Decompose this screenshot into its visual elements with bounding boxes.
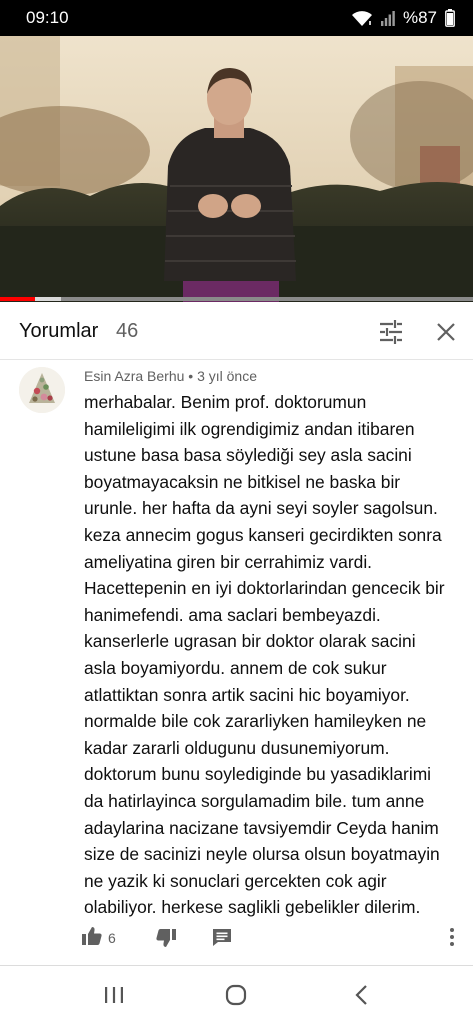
wifi-icon bbox=[351, 10, 373, 27]
comment-line: asla boyamiyordu. annem de cok sukur bbox=[84, 657, 387, 678]
battery-icon bbox=[445, 9, 455, 27]
comment-line: urunle. her hafta da ayni seyi soyler sa… bbox=[84, 498, 438, 519]
comment-line: merhabalar. Benim prof. doktorumun bbox=[84, 392, 367, 412]
video-buffer-bar bbox=[35, 297, 62, 301]
status-icons: %87 bbox=[351, 8, 455, 28]
comments-count: 46 bbox=[116, 320, 139, 342]
status-bar: 09:10 %87 bbox=[0, 0, 473, 36]
comment-line: doktorum bunu soylediginde bu yasadiklar… bbox=[84, 764, 432, 785]
avatar[interactable] bbox=[19, 367, 65, 413]
comment-line: hamileligimi ilk ogrendigimiz andan itib… bbox=[84, 418, 415, 439]
comment-line: atlattiktan sonra artik sacini hic boyam… bbox=[84, 684, 410, 705]
thumbs-up-icon[interactable] bbox=[82, 926, 102, 946]
battery-level: %87 bbox=[402, 8, 437, 27]
comments-header: Yorumlar 46 bbox=[0, 302, 473, 360]
comment-line: hanimefendi. ama saclari bembeyazdi. bbox=[84, 604, 381, 625]
comment-text: merhabalar. Benim prof. doktorumun hamile… bbox=[84, 389, 464, 921]
comment-line: ameliyatina giren bir cerrahimiz vardi. bbox=[84, 551, 373, 572]
close-icon[interactable] bbox=[434, 320, 458, 344]
comment-line: normalde bile cok zararliyken hamileyken… bbox=[84, 711, 427, 732]
comments-title: Yorumlar bbox=[19, 320, 99, 342]
comment-line: olabiliyor. herkese saglikli gebelikler … bbox=[84, 897, 421, 918]
video-progress-fill bbox=[0, 297, 36, 301]
reply-icon[interactable] bbox=[212, 928, 232, 948]
comment-meta: Esin Azra Berhu • 3 yıl önce bbox=[84, 368, 257, 384]
recents-icon[interactable] bbox=[104, 985, 124, 1005]
system-nav-bar bbox=[0, 966, 473, 1024]
comment-line: kanserlerle ugrasan bir doktor olarak sa… bbox=[84, 631, 416, 652]
signal-icon bbox=[380, 10, 395, 26]
comment-author[interactable]: Esin Azra Berhu bbox=[84, 368, 184, 384]
comment-meta-separator: • bbox=[188, 368, 194, 384]
thumbs-down-icon[interactable] bbox=[156, 928, 176, 948]
comment-line: Hacettepenin en iyi doktorlarindan gence… bbox=[84, 578, 445, 599]
comment-line: boyatmayacaksin ne bitkisel ne baska bir bbox=[84, 471, 401, 492]
video-progress-bar[interactable] bbox=[0, 297, 473, 301]
back-icon[interactable] bbox=[351, 984, 371, 1006]
comment-actions: 6 bbox=[0, 924, 473, 956]
filter-icon[interactable] bbox=[378, 319, 404, 345]
comment-line: size de sacinizi neyle olursa olsun boya… bbox=[84, 844, 440, 865]
more-vert-icon[interactable] bbox=[442, 926, 462, 948]
comment-line: kadar zararli oldugunu dusunemiyorum. bbox=[84, 737, 390, 758]
comment-line: adaylarina nacizane tavsiyemdir Ceyda ha… bbox=[84, 817, 439, 838]
like-count: 6 bbox=[108, 930, 116, 946]
status-time: 09:10 bbox=[26, 8, 69, 27]
comment-line: ne yazik ki sonuclari gercekten cok agir bbox=[84, 870, 387, 891]
comment-line: da hatirlayinca sorgulamadim bile. tum a… bbox=[84, 790, 425, 811]
comment-line: keza annecim gogus kanseri gecirdikten s… bbox=[84, 524, 442, 545]
comment-line: ustune basa basa söylediği sey asla saci… bbox=[84, 445, 412, 466]
video-player[interactable] bbox=[0, 36, 473, 302]
comment-time: 3 yıl önce bbox=[197, 368, 258, 384]
video-frame bbox=[0, 36, 473, 302]
home-icon[interactable] bbox=[225, 984, 247, 1006]
